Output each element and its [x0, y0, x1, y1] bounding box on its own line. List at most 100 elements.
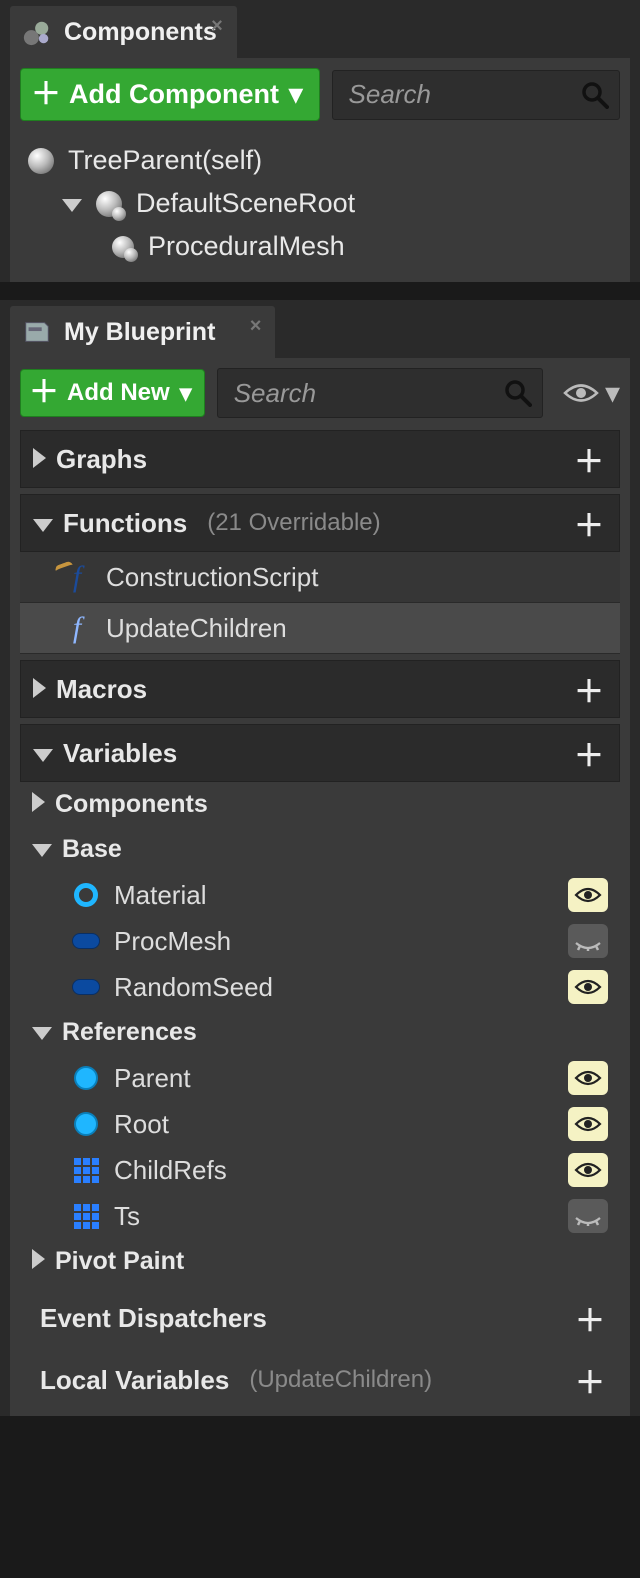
my-blueprint-tab[interactable]: My Blueprint × [10, 306, 275, 358]
section-functions-label: Functions [63, 508, 187, 539]
variable-ts[interactable]: Ts [20, 1193, 620, 1239]
collapse-icon[interactable] [33, 738, 53, 769]
plus-icon: ＋ [31, 80, 61, 110]
add-component-button[interactable]: ＋ Add Component ▾ [20, 68, 320, 121]
expand-icon[interactable] [33, 444, 46, 475]
section-local-variables[interactable]: Local Variables (UpdateChildren) ＋ [20, 1352, 620, 1408]
visibility-toggle[interactable] [568, 1153, 608, 1187]
my-blueprint-title: My Blueprint [64, 318, 215, 347]
components-panel: Components × ＋ Add Component ▾ Search [0, 0, 640, 282]
variable-randomseed[interactable]: RandomSeed [20, 964, 620, 1010]
search-icon [504, 379, 532, 407]
my-blueprint-panel: My Blueprint × ＋ Add New ▾ Search ▾ [0, 300, 640, 1416]
add-event-dispatcher-button[interactable]: ＋ [572, 1300, 608, 1336]
expand-icon[interactable] [32, 1247, 45, 1276]
eye-icon [563, 380, 599, 406]
close-icon[interactable]: × [250, 315, 262, 338]
actor-icon [28, 148, 54, 174]
local-variables-hint: (UpdateChildren) [249, 1366, 432, 1394]
components-tab-title: Components [64, 18, 217, 47]
array-type-icon [72, 1202, 100, 1230]
tree-procmesh-label: ProceduralMesh [148, 231, 345, 262]
tree-row-sceneroot[interactable]: DefaultSceneRoot [28, 182, 620, 225]
variable-material-label: Material [114, 880, 206, 911]
expand-icon[interactable] [62, 188, 82, 219]
blueprint-search-input[interactable]: Search [217, 368, 543, 418]
variable-material[interactable]: Material [20, 872, 620, 918]
variable-type-icon [72, 973, 100, 1001]
var-group-references-label: References [62, 1018, 197, 1047]
search-placeholder: Search [234, 378, 504, 409]
function-construction-script[interactable]: f ConstructionScript [20, 552, 620, 603]
variable-root-label: Root [114, 1109, 169, 1140]
var-group-references[interactable]: References [20, 1010, 620, 1055]
blueprint-tab-icon [22, 317, 52, 347]
add-macro-button[interactable]: ＋ [571, 671, 607, 707]
expand-icon[interactable] [32, 790, 45, 819]
add-component-label: Add Component [69, 79, 279, 110]
add-function-button[interactable]: ＋ [571, 505, 607, 541]
variable-type-icon [72, 927, 100, 955]
visibility-toggle[interactable] [568, 924, 608, 958]
collapse-icon[interactable] [32, 1018, 52, 1047]
visibility-toggle[interactable] [568, 878, 608, 912]
function-update-children[interactable]: f UpdateChildren [20, 603, 620, 654]
visibility-toggle[interactable] [568, 1199, 608, 1233]
visibility-toggle[interactable] [568, 1061, 608, 1095]
tree-sceneroot-label: DefaultSceneRoot [136, 188, 355, 219]
tree-row-self[interactable]: TreeParent(self) [28, 139, 620, 182]
tree-self-label: TreeParent(self) [68, 145, 262, 176]
section-graphs-label: Graphs [56, 444, 147, 475]
add-graph-button[interactable]: ＋ [571, 441, 607, 477]
array-type-icon [72, 1156, 100, 1184]
chevron-down-icon: ▾ [180, 379, 192, 408]
variable-type-icon [72, 1110, 100, 1138]
visibility-toggle[interactable] [568, 970, 608, 1004]
components-tab-bar: Components × [10, 6, 630, 58]
variable-childrefs-label: ChildRefs [114, 1155, 227, 1186]
variable-randomseed-label: RandomSeed [114, 972, 273, 1003]
add-variable-button[interactable]: ＋ [571, 735, 607, 771]
components-search-input[interactable]: Search [332, 70, 620, 120]
tree-row-procmesh[interactable]: ProceduralMesh [28, 225, 620, 268]
section-variables-label: Variables [63, 738, 177, 769]
variable-root[interactable]: Root [20, 1101, 620, 1147]
variable-procmesh[interactable]: ProcMesh [20, 918, 620, 964]
add-new-label: Add New [67, 379, 170, 407]
var-group-base[interactable]: Base [20, 827, 620, 872]
visibility-toggle[interactable] [568, 1107, 608, 1141]
var-group-components-label: Components [55, 790, 208, 819]
chevron-down-icon: ▾ [289, 79, 303, 110]
var-group-components[interactable]: Components [20, 782, 620, 827]
section-variables[interactable]: Variables ＋ [20, 724, 620, 782]
scene-component-icon [112, 236, 134, 258]
section-local-variables-label: Local Variables [40, 1365, 229, 1396]
functions-hint: (21 Overridable) [207, 509, 380, 537]
section-functions[interactable]: Functions (21 Overridable) ＋ [20, 494, 620, 552]
variable-type-icon [72, 881, 100, 909]
close-icon[interactable]: × [211, 15, 223, 38]
section-macros-label: Macros [56, 674, 147, 705]
plus-icon: ＋ [29, 378, 59, 408]
variable-ts-label: Ts [114, 1201, 140, 1232]
search-placeholder: Search [349, 79, 581, 110]
var-group-pivotpaint[interactable]: Pivot Paint [20, 1239, 620, 1284]
components-tree: TreeParent(self) DefaultSceneRoot Proced… [20, 139, 620, 268]
collapse-icon[interactable] [32, 835, 52, 864]
add-local-variable-button[interactable]: ＋ [572, 1362, 608, 1398]
expand-icon[interactable] [33, 674, 46, 705]
add-new-button[interactable]: ＋ Add New ▾ [20, 369, 205, 417]
var-group-pivotpaint-label: Pivot Paint [55, 1247, 184, 1276]
view-options-button[interactable]: ▾ [563, 376, 620, 411]
collapse-icon[interactable] [33, 508, 53, 539]
scene-component-icon [96, 191, 122, 217]
section-graphs[interactable]: Graphs ＋ [20, 430, 620, 488]
variable-childrefs[interactable]: ChildRefs [20, 1147, 620, 1193]
section-event-dispatchers[interactable]: Event Dispatchers ＋ [20, 1290, 620, 1346]
variable-parent[interactable]: Parent [20, 1055, 620, 1101]
components-tab[interactable]: Components × [10, 6, 237, 58]
variable-type-icon [72, 1064, 100, 1092]
section-macros[interactable]: Macros ＋ [20, 660, 620, 718]
variable-parent-label: Parent [114, 1063, 191, 1094]
construction-function-icon: f [62, 560, 92, 594]
